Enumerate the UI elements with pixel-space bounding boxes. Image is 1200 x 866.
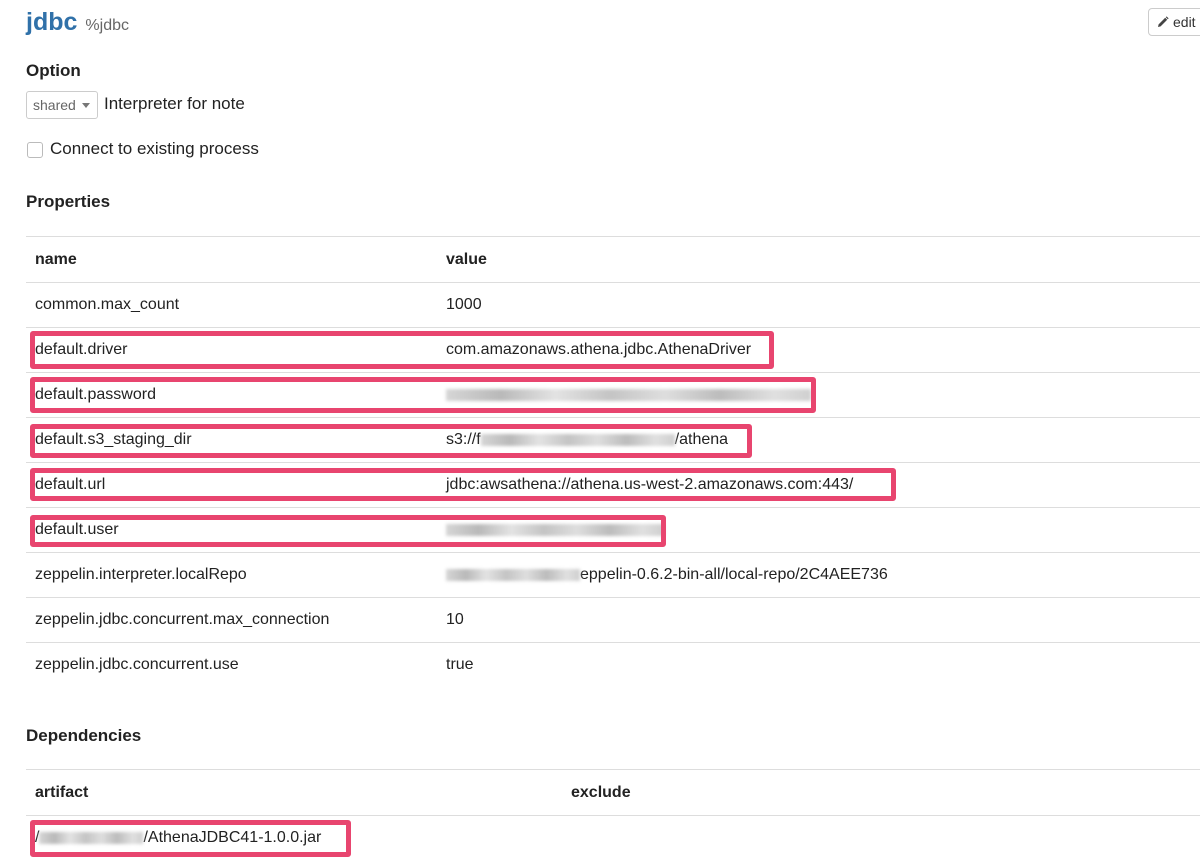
mode-label: Interpreter for note bbox=[104, 94, 245, 113]
interpreter-binding: %jdbc bbox=[85, 17, 129, 34]
property-name: zeppelin.jdbc.concurrent.use bbox=[26, 642, 437, 687]
property-name: zeppelin.interpreter.localRepo bbox=[26, 552, 437, 598]
connect-existing-label: Connect to existing process bbox=[50, 139, 259, 158]
table-row: common.max_count 1000 bbox=[26, 282, 1200, 328]
edit-button[interactable]: edit bbox=[1148, 8, 1200, 36]
property-value: 1000 bbox=[437, 282, 1200, 328]
property-value bbox=[437, 372, 1200, 418]
dependency-artifact: //AthenaJDBC41-1.0.0.jar bbox=[26, 815, 571, 860]
property-value-end: /athena bbox=[674, 431, 729, 448]
interpreter-header: jdbc %jdbc bbox=[26, 8, 129, 42]
pencil-icon bbox=[1158, 16, 1169, 27]
dependency-exclude bbox=[571, 815, 1200, 860]
table-row: default.url jdbc:awsathena://athena.us-w… bbox=[26, 462, 1200, 508]
interpreter-mode-select[interactable]: shared bbox=[26, 91, 98, 119]
redacted-value bbox=[446, 568, 580, 581]
interpreter-title: jdbc bbox=[26, 8, 78, 36]
redacted-value bbox=[39, 831, 144, 844]
table-row: //AthenaJDBC41-1.0.0.jar bbox=[26, 815, 1200, 860]
dependencies-heading: Dependencies bbox=[26, 726, 142, 745]
dependencies-table: artifact exclude //AthenaJDBC41-1.0.0.ja… bbox=[26, 769, 1200, 860]
table-row: default.s3_staging_dir s3://f/athena bbox=[26, 417, 1200, 463]
table-row: default.driver com.amazonaws.athena.jdbc… bbox=[26, 327, 1200, 373]
edit-button-label: edit bbox=[1173, 14, 1196, 30]
redacted-value bbox=[446, 388, 811, 401]
column-header-name: name bbox=[26, 236, 437, 283]
column-header-exclude: exclude bbox=[571, 769, 1200, 816]
redacted-value bbox=[480, 433, 675, 446]
property-name: common.max_count bbox=[26, 282, 437, 328]
property-value: true bbox=[437, 642, 1200, 687]
column-header-value: value bbox=[437, 236, 1200, 283]
property-name: default.user bbox=[26, 507, 437, 553]
property-name: default.password bbox=[26, 372, 437, 418]
mode-select-value: shared bbox=[33, 97, 76, 113]
property-value-end: eppelin-0.6.2-bin-all/local-repo/2C4AEE7… bbox=[580, 566, 888, 583]
property-name: zeppelin.jdbc.concurrent.max_connection bbox=[26, 597, 437, 643]
property-value: 10 bbox=[437, 597, 1200, 643]
column-header-artifact: artifact bbox=[26, 769, 571, 816]
properties-header-row: name value bbox=[26, 236, 1200, 283]
caret-down-icon bbox=[81, 102, 90, 108]
property-name: default.url bbox=[26, 462, 437, 508]
properties-table: name value common.max_count 1000 default… bbox=[26, 236, 1200, 687]
property-name: default.s3_staging_dir bbox=[26, 417, 437, 463]
table-row: zeppelin.interpreter.localRepo eppelin-0… bbox=[26, 552, 1200, 598]
property-value: s3://f/athena bbox=[437, 417, 1200, 463]
property-value: com.amazonaws.athena.jdbc.AthenaDriver bbox=[437, 327, 1200, 373]
table-row: zeppelin.jdbc.concurrent.max_connection … bbox=[26, 597, 1200, 643]
property-value: jdbc:awsathena://athena.us-west-2.amazon… bbox=[437, 462, 1200, 508]
option-heading: Option bbox=[26, 61, 81, 80]
property-value: eppelin-0.6.2-bin-all/local-repo/2C4AEE7… bbox=[437, 552, 1200, 598]
table-row: default.password bbox=[26, 372, 1200, 418]
properties-heading: Properties bbox=[26, 192, 111, 211]
interpreter-settings-page: jdbc %jdbc edit Option shared Interprete… bbox=[0, 0, 1200, 866]
dependencies-header-row: artifact exclude bbox=[26, 769, 1200, 816]
property-value-start: s3://f bbox=[446, 431, 481, 448]
property-name: default.driver bbox=[26, 327, 437, 373]
redacted-value bbox=[446, 523, 664, 536]
artifact-name: /AthenaJDBC41-1.0.0.jar bbox=[143, 829, 322, 846]
property-value bbox=[437, 507, 1200, 553]
table-row: zeppelin.jdbc.concurrent.use true bbox=[26, 642, 1200, 687]
connect-existing-checkbox[interactable] bbox=[27, 142, 43, 158]
table-row: default.user bbox=[26, 507, 1200, 553]
